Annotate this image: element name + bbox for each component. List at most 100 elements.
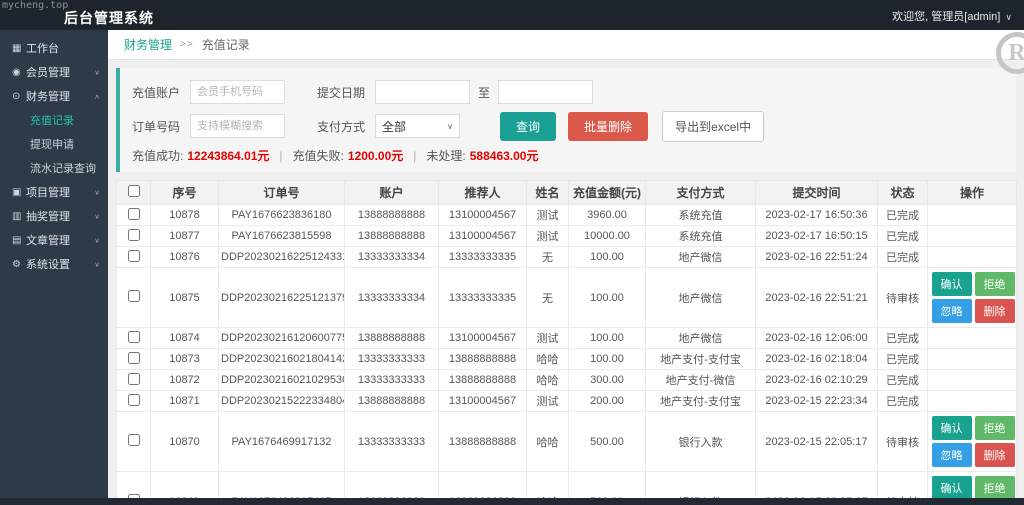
sidebar-item-label: 财务管理 <box>26 91 70 103</box>
sidebar-item-articles[interactable]: ▤ 文章管理 ∨ <box>0 228 108 252</box>
col-referrer: 推荐人 <box>438 180 527 205</box>
status-badge: 待审核 <box>877 267 928 328</box>
sidebar: ▦ 工作台 ◉ 会员管理 ∨ ⊙ 财务管理 ∧ 充值记录 提现申请 流水记录查询… <box>0 30 108 505</box>
confirm-button[interactable]: 确认 <box>931 476 972 500</box>
chevron-down-icon: ∨ <box>1005 12 1012 22</box>
row-checkbox[interactable] <box>127 372 140 385</box>
col-time: 提交时间 <box>755 180 878 205</box>
row-checkbox[interactable] <box>127 330 140 343</box>
ignore-button[interactable]: 忽略 <box>931 299 972 323</box>
export-excel-button[interactable]: 导出到excel中 <box>662 110 765 142</box>
app-title: 后台管理系统 <box>64 10 154 26</box>
workbench-grid-icon: ▦ <box>12 42 22 54</box>
table-row: 10878 PAY1676623836180 13888888888 13100… <box>116 204 1017 226</box>
col-method: 支付方式 <box>645 180 756 205</box>
sidebar-item-members[interactable]: ◉ 会员管理 ∨ <box>0 60 108 84</box>
sidebar-item-label: 会员管理 <box>26 67 70 79</box>
sidebar-item-lottery[interactable]: ▥ 抽奖管理 ∨ <box>0 204 108 228</box>
chevron-down-icon: ∨ <box>94 236 100 244</box>
status-badge: 已完成 <box>877 390 928 412</box>
table-row: 10870 PAY1676469917132 13333333333 13888… <box>116 411 1017 472</box>
select-all-checkbox[interactable] <box>127 185 140 197</box>
col-order-no: 订单号 <box>218 180 345 205</box>
table-row: 10871 DDP20230215222334804 13888888888 1… <box>116 390 1017 412</box>
reject-button[interactable]: 拒绝 <box>974 476 1015 500</box>
filter-panel: 充值账户 提交日期 至 订单号码 支付方式 全部 ∨ <box>116 68 1016 172</box>
stat-fail-value: 1200.00元 <box>347 149 404 163</box>
delete-button[interactable]: 删除 <box>974 443 1015 467</box>
table-row: 10876 DDP20230216225124331 13333333334 1… <box>116 246 1017 268</box>
recharge-stats: 充值成功: 12243864.01元 | 充值失败: 1200.00元 | 未处… <box>132 148 539 164</box>
breadcrumb: 财务管理 >> 充值记录 <box>108 30 1024 60</box>
row-checkbox[interactable] <box>127 249 140 262</box>
sidebar-item-label: 充值记录 <box>30 115 74 127</box>
chevron-down-icon: ∨ <box>94 212 100 220</box>
chevron-up-icon: ∧ <box>94 92 100 100</box>
breadcrumb-separator: >> <box>180 39 194 50</box>
projects-icon: ▣ <box>12 186 22 198</box>
table-row: 10872 DDP20230216021029530 13333333333 1… <box>116 369 1017 391</box>
col-status: 状态 <box>877 180 928 205</box>
sidebar-item-label: 系统设置 <box>26 259 70 271</box>
records-table: 序号 订单号 账户 推荐人 姓名 充值金额(元) 支付方式 提交时间 状态 操作 <box>116 180 1017 505</box>
status-badge: 已完成 <box>877 225 928 247</box>
batch-delete-button[interactable]: 批量删除 <box>568 111 649 141</box>
row-checkbox[interactable] <box>127 290 140 302</box>
gear-icon: ⚙ <box>12 258 21 270</box>
sidebar-item-settings[interactable]: ⚙ 系统设置 ∨ <box>0 252 108 276</box>
chevron-down-icon: ∨ <box>94 260 100 268</box>
sidebar-item-label: 流水记录查询 <box>30 163 96 175</box>
submit-date-label: 提交日期 <box>317 85 366 100</box>
row-checkbox[interactable] <box>127 434 140 446</box>
status-badge: 已完成 <box>877 369 928 391</box>
sidebar-item-projects[interactable]: ▣ 项目管理 ∨ <box>0 180 108 204</box>
status-badge: 已完成 <box>877 348 928 370</box>
sidebar-item-label: 提现申请 <box>30 139 74 151</box>
status-badge: 已完成 <box>877 246 928 268</box>
sidebar-item-withdraw-requests[interactable]: 提现申请 <box>0 132 108 156</box>
recharge-account-input[interactable] <box>190 80 286 104</box>
breadcrumb-section[interactable]: 财务管理 <box>124 36 172 53</box>
search-button[interactable]: 查询 <box>500 111 557 141</box>
sidebar-item-label: 工作台 <box>26 43 59 55</box>
row-checkbox[interactable] <box>127 228 140 241</box>
user-menu[interactable]: 欢迎您, 管理员[admin] ∨ <box>892 8 1012 24</box>
stat-pending-value: 588463.00元 <box>469 149 539 163</box>
sidebar-item-label: 抽奖管理 <box>26 211 70 223</box>
members-icon: ◉ <box>12 66 21 78</box>
date-to-input[interactable] <box>498 80 594 104</box>
sidebar-item-label: 文章管理 <box>26 235 70 247</box>
date-from-input[interactable] <box>375 80 471 104</box>
delete-button[interactable]: 删除 <box>974 299 1015 323</box>
watermark-text: mycheng.top <box>2 0 69 11</box>
confirm-button[interactable]: 确认 <box>931 272 972 296</box>
col-account: 账户 <box>344 180 439 205</box>
pay-method-selected-value: 全部 <box>382 119 407 134</box>
articles-icon: ▤ <box>12 234 22 246</box>
breadcrumb-page: 充值记录 <box>201 38 250 52</box>
confirm-button[interactable]: 确认 <box>931 416 972 440</box>
stat-success-label: 充值成功: <box>132 149 184 163</box>
sidebar-item-workbench[interactable]: ▦ 工作台 <box>0 36 108 60</box>
order-no-input[interactable] <box>190 114 286 138</box>
sidebar-item-label: 项目管理 <box>26 187 70 199</box>
table-row: 10877 PAY1676623815598 13888888888 13100… <box>116 225 1017 247</box>
col-name: 姓名 <box>526 180 569 205</box>
pay-method-select[interactable]: 全部 ∨ <box>375 114 461 138</box>
reject-button[interactable]: 拒绝 <box>974 272 1015 296</box>
col-seq: 序号 <box>150 180 219 205</box>
row-checkbox[interactable] <box>127 207 140 220</box>
sidebar-item-flow-record-query[interactable]: 流水记录查询 <box>0 156 108 180</box>
sidebar-item-recharge-records[interactable]: 充值记录 <box>0 108 108 132</box>
table-row: 10875 DDP20230216225121379 13333333334 1… <box>116 267 1017 328</box>
chevron-down-icon: ∨ <box>447 121 454 131</box>
stat-pending-label: 未处理: <box>426 149 466 163</box>
reject-button[interactable]: 拒绝 <box>974 416 1015 440</box>
finance-icon: ⊙ <box>12 90 21 102</box>
ignore-button[interactable]: 忽略 <box>931 443 972 467</box>
table-row: 10873 DDP20230216021804142 13333333333 1… <box>116 348 1017 370</box>
order-no-label: 订单号码 <box>132 119 181 134</box>
row-checkbox[interactable] <box>127 351 140 364</box>
sidebar-item-finance[interactable]: ⊙ 财务管理 ∧ <box>0 84 108 108</box>
row-checkbox[interactable] <box>127 393 140 406</box>
